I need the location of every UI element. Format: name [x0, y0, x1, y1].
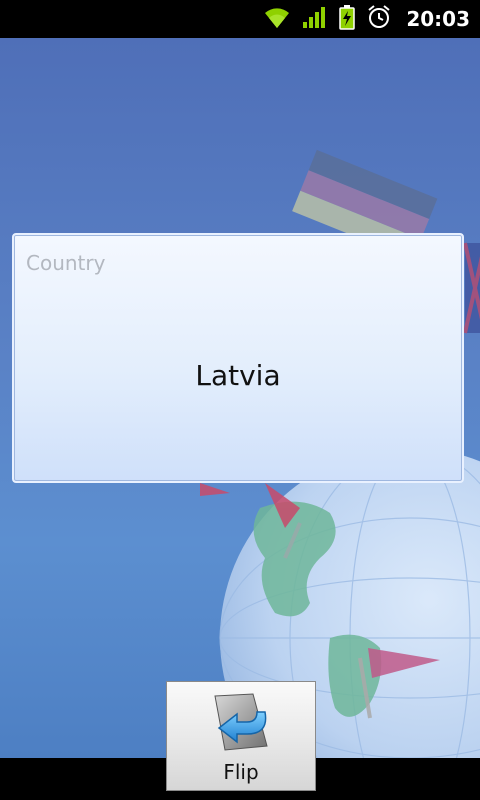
card-category-label: Country: [26, 251, 106, 275]
flip-button[interactable]: Flip: [166, 681, 316, 791]
status-time: 20:03: [406, 7, 470, 31]
battery-charging-icon: [338, 4, 356, 34]
status-icons: 20:03: [262, 0, 470, 38]
flip-button-label: Flip: [223, 760, 259, 784]
signal-icon: [302, 4, 328, 34]
flashcard[interactable]: Country Latvia: [12, 233, 464, 483]
status-bar: 20:03: [0, 0, 480, 38]
wifi-icon: [262, 4, 292, 34]
card-answer-text: Latvia: [195, 359, 281, 392]
alarm-icon: [366, 4, 392, 34]
flip-arrow-icon: [207, 690, 277, 758]
